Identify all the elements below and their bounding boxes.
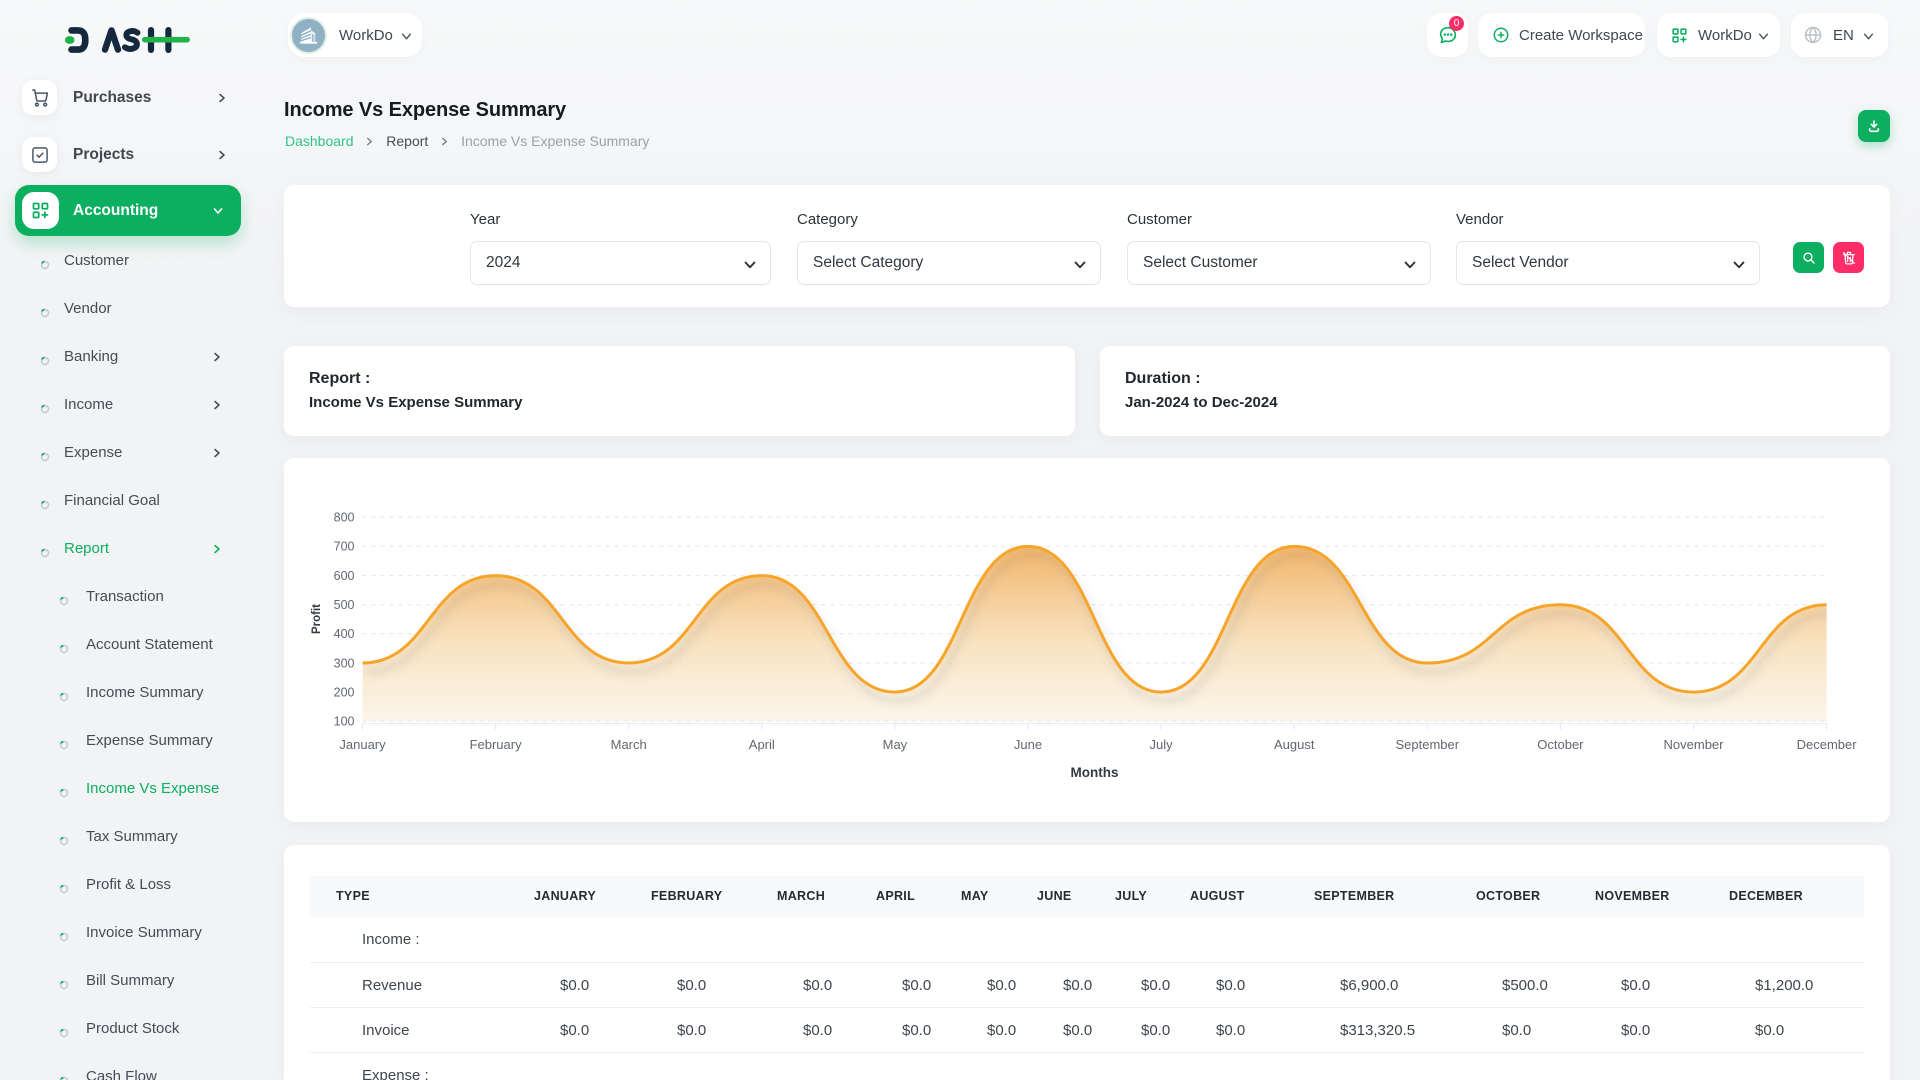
svg-text:400: 400 (334, 627, 355, 641)
svg-text:January: January (339, 737, 386, 752)
svg-text:August: August (1274, 737, 1315, 752)
svg-text:600: 600 (334, 569, 355, 583)
svg-text:100: 100 (334, 715, 355, 729)
svg-text:April: April (749, 737, 775, 752)
svg-text:May: May (883, 737, 908, 752)
svg-text:June: June (1014, 737, 1042, 752)
svg-text:March: March (611, 737, 647, 752)
svg-text:Months: Months (1071, 765, 1119, 780)
svg-text:September: September (1396, 737, 1460, 752)
svg-text:October: October (1537, 737, 1584, 752)
svg-text:800: 800 (334, 511, 355, 525)
svg-text:500: 500 (334, 598, 355, 612)
svg-text:February: February (470, 737, 523, 752)
svg-text:300: 300 (334, 656, 355, 670)
svg-text:July: July (1150, 737, 1174, 752)
svg-text:200: 200 (334, 685, 355, 699)
svg-text:December: December (1797, 737, 1858, 752)
svg-text:November: November (1664, 737, 1725, 752)
svg-text:700: 700 (334, 540, 355, 554)
svg-text:Profit: Profit (311, 604, 323, 634)
